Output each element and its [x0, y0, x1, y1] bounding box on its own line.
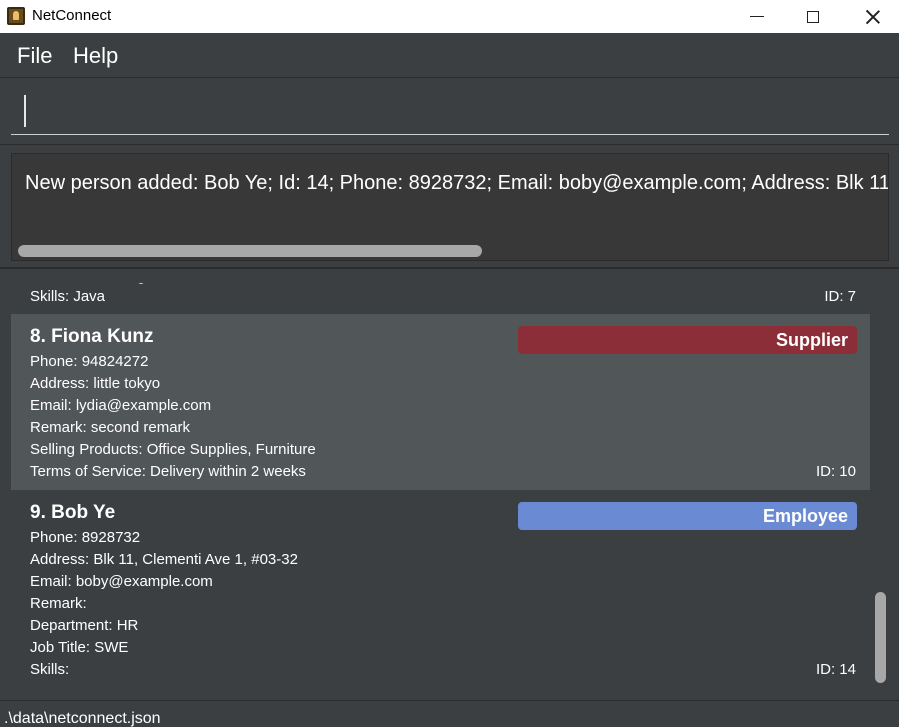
- partial-glyph: [138, 283, 144, 284]
- person-card-fiona-kunz[interactable]: 8. Fiona Kunz Supplier Phone: 94824272 A…: [11, 314, 870, 490]
- person-terms-of-service: Terms of Service: Delivery within 2 week…: [30, 463, 306, 480]
- person-id: ID: 10: [815, 463, 856, 480]
- person-phone: Phone: 94824272: [30, 353, 149, 370]
- title-bar: NetConnect: [0, 0, 899, 33]
- maximize-button[interactable]: [790, 0, 836, 33]
- person-skills: Skills:: [30, 661, 70, 678]
- person-list-panel: Skills: Java ID: 7 8. Fiona Kunz Supplie…: [0, 271, 899, 697]
- menu-help[interactable]: Help: [73, 43, 118, 69]
- person-card-partial[interactable]: Skills: Java ID: 7: [11, 283, 870, 314]
- result-display: New person added: Bob Ye; Id: 14; Phone:…: [0, 145, 899, 269]
- person-name: 9. Bob Ye: [30, 502, 116, 523]
- window-title: NetConnect: [32, 7, 112, 24]
- vertical-scrollbar[interactable]: [875, 592, 886, 683]
- supplier-tag: Supplier: [518, 326, 857, 354]
- maximize-icon: [807, 10, 819, 23]
- close-icon: [865, 9, 881, 25]
- person-selling-products: Selling Products: Office Supplies, Furni…: [30, 441, 316, 458]
- address-book-icon: [7, 7, 25, 25]
- close-button[interactable]: [850, 0, 896, 33]
- person-phone: Phone: 8928732: [30, 529, 141, 546]
- person-id: ID: 7: [824, 288, 856, 305]
- person-job-title: Job Title: SWE: [30, 639, 129, 656]
- person-id: ID: 14: [815, 661, 856, 678]
- minimize-button[interactable]: [734, 0, 780, 33]
- command-box: [0, 79, 899, 145]
- person-list[interactable]: Skills: Java ID: 7 8. Fiona Kunz Supplie…: [11, 283, 870, 689]
- person-department: Department: HR: [30, 617, 139, 634]
- person-skills: Skills: Java: [30, 288, 106, 305]
- status-bar: .\data\netconnect.json: [0, 700, 899, 727]
- person-address: Address: little tokyo: [30, 375, 161, 392]
- menu-bar: File Help: [0, 33, 899, 78]
- person-name: 8. Fiona Kunz: [30, 326, 154, 347]
- person-email: Email: boby@example.com: [30, 573, 213, 590]
- menu-file[interactable]: File: [17, 43, 52, 69]
- command-input[interactable]: [11, 87, 889, 135]
- person-card-bob-ye[interactable]: 9. Bob Ye Employee Phone: 8928732 Addres…: [11, 490, 870, 689]
- person-remark: Remark: second remark: [30, 419, 191, 436]
- employee-tag: Employee: [518, 502, 857, 530]
- text-caret: [24, 95, 26, 127]
- result-message: New person added: Bob Ye; Id: 14; Phone:…: [25, 172, 889, 194]
- minimize-icon: [750, 15, 764, 18]
- horizontal-scrollbar[interactable]: [18, 245, 482, 257]
- person-remark: Remark:: [30, 595, 87, 612]
- result-text-area[interactable]: New person added: Bob Ye; Id: 14; Phone:…: [11, 153, 889, 261]
- person-address: Address: Blk 11, Clementi Ave 1, #03-32: [30, 551, 298, 568]
- person-email: Email: lydia@example.com: [30, 397, 212, 414]
- data-file-path: .\data\netconnect.json: [4, 710, 161, 727]
